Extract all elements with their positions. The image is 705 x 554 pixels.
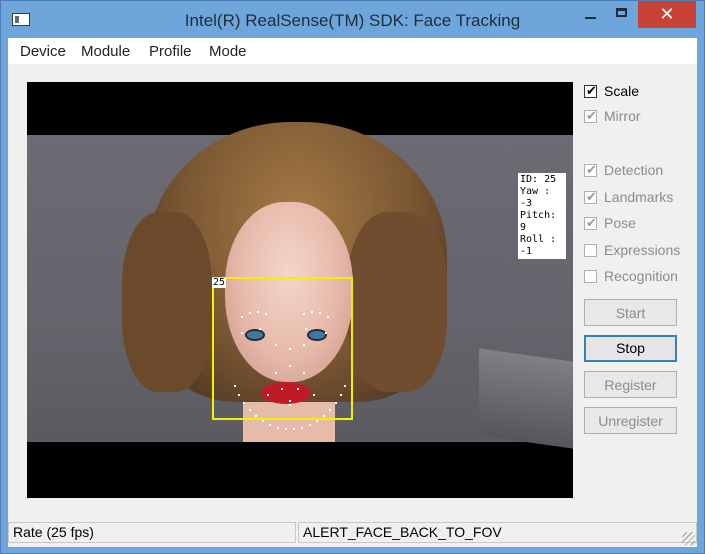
landmark-point [242,402,245,404]
landmark-point [300,426,303,429]
landmark-point [259,328,261,330]
landmarks-checkbox[interactable]: Landmarks [584,189,673,205]
alert-status: ALERT_FACE_BACK_TO_FOV [298,522,697,543]
scale-label: Scale [604,83,640,99]
yaw-line: Yaw : -3 [520,186,551,209]
resize-grip[interactable] [682,532,695,545]
landmark-point [305,328,307,330]
landmark-point [323,415,326,418]
landmark-point [289,400,291,402]
expressions-checkbox[interactable]: Expressions [584,242,680,258]
recognition-check-box[interactable] [584,270,597,283]
landmark-point [233,385,236,388]
client-area: Device Module Profile Mode 25 ID: 25 Yaw… [8,38,697,547]
close-button[interactable]: ✕ [638,1,696,28]
scale-check-box[interactable] [584,83,597,99]
title-bar[interactable]: Intel(R) RealSense(TM) SDK: Face Trackin… [1,1,704,37]
expressions-label: Expressions [604,242,681,258]
mirror-check-box[interactable] [584,108,597,124]
stop-button[interactable]: Stop [584,335,677,362]
landmark-point [289,348,291,350]
detection-check-box[interactable] [584,162,597,178]
landmark-point [289,365,291,367]
camera-view[interactable]: 25 ID: 25 Yaw : -3 Pitch: 9 Roll : -1 [27,82,573,498]
close-icon: ✕ [659,4,675,24]
menu-device[interactable]: Device [20,43,66,60]
landmark-point [308,423,311,426]
maximize-button[interactable] [607,1,637,28]
pose-label: Pose [604,215,636,231]
landmark-point [335,402,338,404]
face-id-line: ID: 25 [520,174,557,185]
menu-profile[interactable]: Profile [149,43,192,60]
app-window: Intel(R) RealSense(TM) SDK: Face Trackin… [0,0,705,554]
expressions-check-box[interactable] [584,244,597,257]
register-button[interactable]: Register [584,371,677,398]
menu-bar: Device Module Profile Mode [8,38,697,64]
status-bar: Rate (25 fps) ALERT_FACE_BACK_TO_FOV [8,517,697,547]
minimize-button[interactable] [576,1,606,28]
landmark-point [267,394,269,396]
landmark-point [281,388,283,390]
landmark-point [275,372,277,374]
landmark-point [313,394,315,396]
landmark-point [303,344,305,346]
mannequin-hair-left [122,212,212,392]
start-button[interactable]: Start [584,299,677,326]
landmark-point [257,311,259,313]
mannequin-hair-right [347,212,447,392]
frame-rate-status: Rate (25 fps) [8,522,296,543]
mirror-checkbox[interactable]: Mirror [584,108,641,124]
landmark-point [261,420,264,423]
recognition-checkbox[interactable]: Recognition [584,268,678,284]
pitch-line: Pitch: 9 [520,210,557,233]
landmark-point [275,344,277,346]
landmarks-label: Landmarks [604,189,674,205]
detection-checkbox[interactable]: Detection [584,162,663,178]
menu-module[interactable]: Module [81,43,130,60]
face-id-tag: 25 [212,277,227,288]
landmark-point [325,332,327,334]
landmark-point [265,313,267,315]
landmark-point [303,313,305,315]
pose-info-panel: ID: 25 Yaw : -3 Pitch: 9 Roll : -1 [518,173,566,259]
unregister-button[interactable]: Unregister [584,407,677,434]
landmark-point [241,316,243,318]
landmark-point [241,332,243,334]
landmark-point [297,388,299,390]
detection-label: Detection [604,162,664,178]
maximize-icon [616,8,627,17]
shelf [479,348,573,449]
pose-check-box[interactable] [584,215,597,231]
landmark-point [319,312,321,314]
landmark-point [249,312,251,314]
landmark-point [327,316,329,318]
landmark-point [316,420,319,423]
landmark-point [248,409,251,412]
pose-checkbox[interactable]: Pose [584,215,636,231]
landmark-point [344,385,347,388]
landmark-point [340,394,343,397]
landmark-point [311,311,313,313]
landmark-point [303,372,305,374]
minimize-icon [585,17,596,19]
mirror-label: Mirror [604,108,641,124]
recognition-label: Recognition [604,268,678,284]
menu-mode[interactable]: Mode [209,43,247,60]
scale-checkbox[interactable]: Scale [584,83,639,99]
landmark-point [329,409,332,412]
landmark-point [254,415,257,418]
landmark-point [284,427,287,430]
landmark-point [293,427,295,430]
landmark-point [277,426,280,429]
landmark-point [269,423,272,426]
roll-line: Roll : -1 [520,234,557,257]
landmarks-check-box[interactable] [584,189,597,205]
face-detection-box [212,277,353,420]
landmark-point [237,394,240,397]
landmark-point [289,404,291,406]
